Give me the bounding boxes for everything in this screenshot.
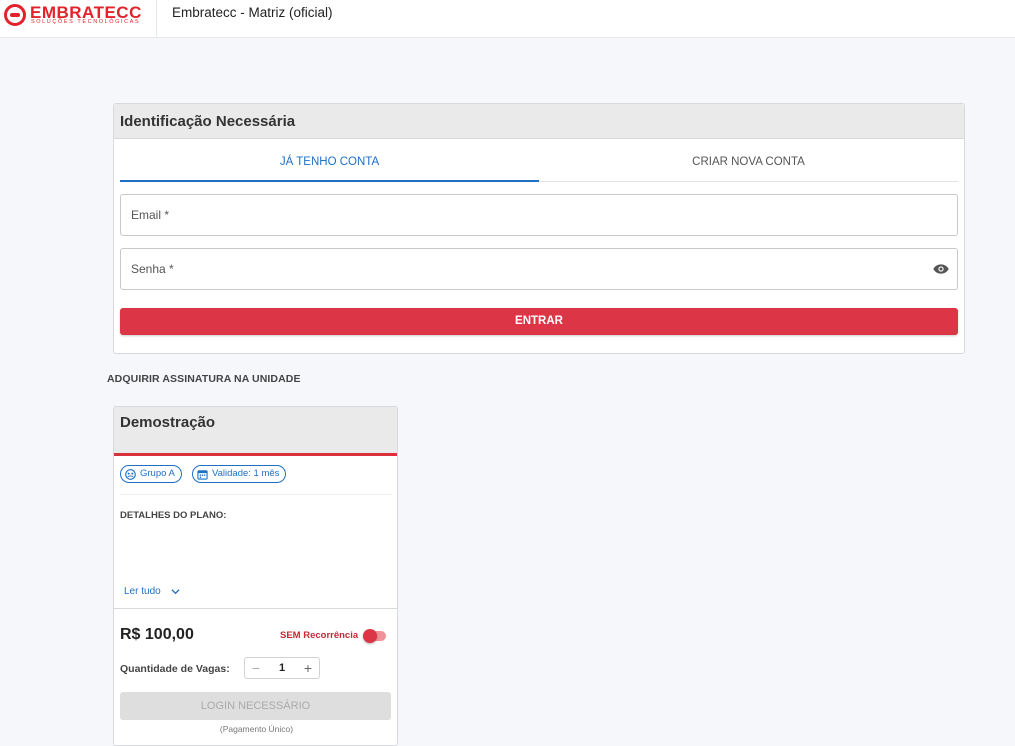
tab-existing-account[interactable]: JÁ TENHO CONTA	[120, 140, 539, 182]
tab-create-account[interactable]: CRIAR NOVA CONTA	[539, 140, 958, 182]
increment-button[interactable]: +	[297, 658, 319, 678]
plan-card: Demostração Grupo A Validade: 1 mês DETA…	[113, 406, 398, 746]
read-all-label: Ler tudo	[124, 586, 161, 597]
toggle-knob	[363, 629, 377, 643]
decrement-button[interactable]: −	[245, 658, 267, 678]
logo-icon	[4, 4, 26, 26]
login-required-button[interactable]: LOGIN NECESSÁRIO	[120, 692, 391, 720]
password-input[interactable]	[121, 249, 957, 289]
unit-title: Embratecc - Matriz (oficial)	[172, 5, 333, 20]
login-button[interactable]: ENTRAR	[120, 308, 958, 335]
read-all-link[interactable]: Ler tudo	[124, 586, 180, 597]
login-panel-title: Identificação Necessária	[114, 104, 964, 139]
calendar-icon	[197, 470, 208, 480]
plan-title: Demostração	[114, 407, 397, 456]
validity-chip-label: Validade: 1 mês	[212, 468, 280, 479]
login-panel: Identificação Necessária JÁ TENHO CONTA …	[113, 103, 965, 354]
email-field[interactable]: Email *	[120, 194, 958, 236]
payment-note: (Pagamento Único)	[219, 724, 294, 734]
section-label: ADQUIRIR ASSINATURA NA UNIDADE	[107, 373, 301, 385]
group-chip: Grupo A	[120, 465, 182, 483]
recurrence-toggle[interactable]	[363, 629, 386, 643]
email-input[interactable]	[121, 195, 957, 235]
group-icon	[125, 469, 136, 480]
quantity-stepper: − 1 +	[244, 657, 320, 679]
logo-subtitle: SOLUÇÕES TECNOLÓGICAS	[31, 19, 141, 25]
quantity-value[interactable]: 1	[267, 658, 297, 678]
header-divider	[156, 0, 157, 38]
group-chip-label: Grupo A	[140, 468, 175, 479]
plan-details-label: DETALHES DO PLANO:	[120, 510, 227, 521]
quantity-label: Quantidade de Vagas:	[120, 663, 230, 675]
company-logo[interactable]: EMBRATECC SOLUÇÕES TECNOLÓGICAS	[4, 3, 150, 27]
eye-icon[interactable]	[933, 263, 949, 275]
plan-divider	[114, 608, 397, 609]
plan-price: R$ 100,00	[120, 626, 194, 643]
recurrence-label: SEM Recorrência	[280, 630, 359, 641]
login-tabs: JÁ TENHO CONTA CRIAR NOVA CONTA	[120, 140, 958, 182]
chevron-down-icon	[171, 589, 180, 595]
validity-chip: Validade: 1 mês	[192, 465, 287, 483]
password-field[interactable]: Senha *	[120, 248, 958, 290]
top-bar: EMBRATECC SOLUÇÕES TECNOLÓGICAS Embratec…	[0, 0, 1015, 38]
chips-divider	[120, 494, 392, 495]
